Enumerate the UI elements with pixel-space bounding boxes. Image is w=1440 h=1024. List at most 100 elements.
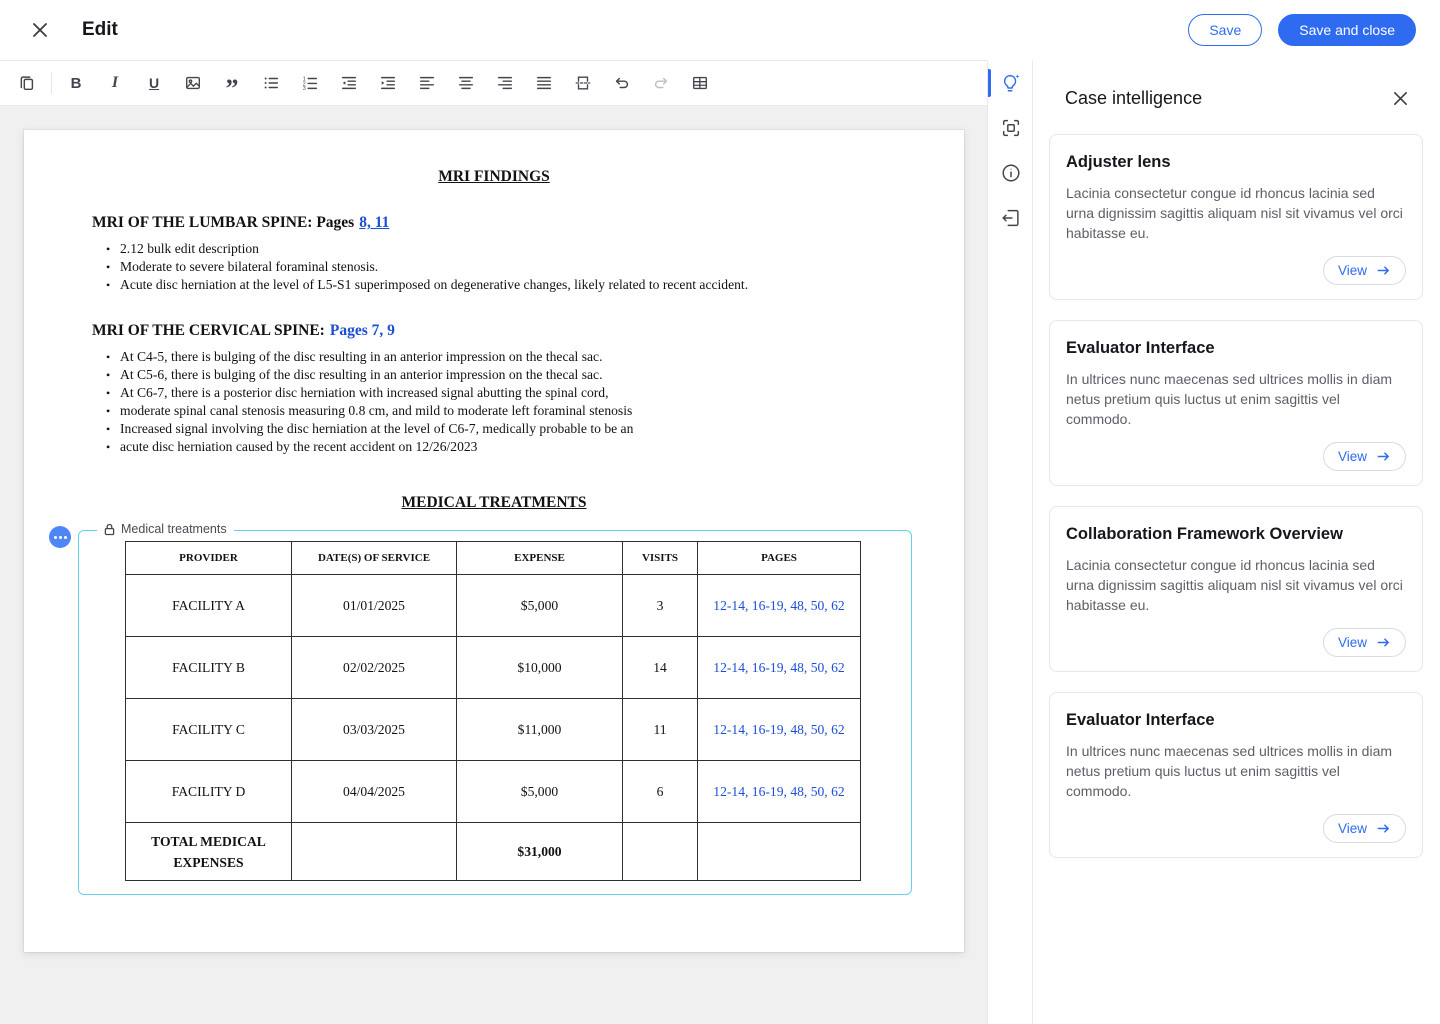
align-right-button[interactable] [490,68,520,98]
align-center-button[interactable] [451,68,481,98]
cell-total-expense: $31,000 [456,822,623,881]
align-left-button[interactable] [412,68,442,98]
intelligence-card: Evaluator Interface In ultrices nunc mae… [1049,320,1423,486]
cell-empty [291,822,457,881]
cell-pages-link[interactable]: 12-14, 16-19, 48, 50, 62 [697,574,861,637]
table-row: FACILITY B 02/02/2025 $10,000 14 12-14, … [125,636,861,699]
table-total-row: TOTAL MEDICAL EXPENSES $31,000 [125,822,861,881]
close-button[interactable] [24,14,56,46]
bold-button[interactable]: B [61,68,91,98]
document-canvas: MRI FINDINGS MRI OF THE LUMBAR SPINE: Pa… [0,106,987,1024]
list-item: Acute disc herniation at the level of L5… [106,276,896,294]
cell-expense: $10,000 [456,636,623,699]
view-button[interactable]: View [1322,442,1406,471]
arrow-right-icon [1377,824,1389,833]
card-title: Collaboration Framework Overview [1066,525,1343,543]
cell-pages-link[interactable]: 12-14, 16-19, 48, 50, 62 [697,636,861,699]
cell-date: 04/04/2025 [291,760,457,823]
export-document-tab[interactable] [988,203,1033,233]
doc-heading-cervical: MRI OF THE CERVICAL SPINE: Pages 7, 9 [92,322,896,340]
card-title: Evaluator Interface [1066,711,1215,729]
table-row: FACILITY A 01/01/2025 $5,000 3 12-14, 16… [125,574,861,637]
redo-button[interactable] [646,68,676,98]
intelligence-card: Adjuster lens Lacinia consectetur congue… [1049,134,1423,300]
align-justify-button[interactable] [529,68,559,98]
table-row: FACILITY C 03/03/2025 $11,000 11 12-14, … [125,698,861,761]
case-intelligence-panel: Case intelligence Adjuster lens Lacinia … [1032,60,1440,1024]
info-tab[interactable] [988,158,1033,188]
list-item: Moderate to severe bilateral foraminal s… [106,258,896,276]
copy-button[interactable] [12,68,42,98]
underline-button[interactable]: U [139,68,169,98]
cervical-pages-link[interactable]: Pages 7, 9 [330,322,395,339]
numbered-list-button[interactable]: 123 [295,68,325,98]
cell-provider: FACILITY D [125,760,292,823]
cell-provider: FACILITY B [125,636,292,699]
document-page[interactable]: MRI FINDINGS MRI OF THE LUMBAR SPINE: Pa… [24,130,964,952]
underline-icon: U [148,75,160,91]
align-center-icon [458,76,474,90]
view-button[interactable]: View [1322,256,1406,285]
insert-table-button[interactable] [685,68,715,98]
case-intelligence-tab[interactable] [988,68,1033,98]
active-tool-indicator [988,69,991,97]
svg-text:3: 3 [303,86,306,92]
block-drag-handle[interactable] [49,526,71,548]
panel-close-button[interactable] [1384,82,1416,114]
header: Edit Save Save and close [0,0,1440,60]
view-button[interactable]: View [1322,628,1406,657]
card-body: In ultrices nunc maecenas sed ultrices m… [1066,743,1393,799]
card-title: Evaluator Interface [1066,339,1215,357]
quote-icon: ” [225,74,239,103]
cell-visits: 6 [622,760,698,823]
side-tool-rail [987,60,1032,1024]
cell-pages-link[interactable]: 12-14, 16-19, 48, 50, 62 [697,760,861,823]
lumbar-heading-text: MRI OF THE LUMBAR SPINE: Pages [92,214,355,231]
italic-icon: I [111,74,119,91]
undo-icon [615,77,629,89]
image-icon [186,76,200,90]
cell-expense: $5,000 [456,760,623,823]
info-icon [1001,164,1020,182]
increase-indent-button[interactable] [373,68,403,98]
list-item: At C5-6, there is bulging of the disc re… [106,366,896,384]
intelligence-card: Collaboration Framework Overview Lacinia… [1049,506,1423,672]
cell-pages-link[interactable]: 12-14, 16-19, 48, 50, 62 [697,698,861,761]
insert-image-button[interactable] [178,68,208,98]
panel-title: Case intelligence [1065,87,1203,108]
cell-date: 01/01/2025 [291,574,457,637]
undo-button[interactable] [607,68,637,98]
arrow-right-icon [1377,452,1389,461]
extract-region-tab[interactable] [988,113,1033,143]
decrease-indent-icon [341,76,357,90]
cell-visits: 14 [622,636,698,699]
lock-icon [104,523,115,535]
lumbar-bullet-list: 2.12 bulk edit description Moderate to s… [106,240,896,294]
blockquote-button[interactable]: ” [217,68,247,103]
numbered-list-icon: 123 [303,76,318,92]
copy-icon [20,76,34,91]
italic-button[interactable]: I [100,68,130,98]
cell-empty [622,822,698,881]
lumbar-pages-link[interactable]: 8, 11 [359,214,389,231]
cell-visits: 3 [622,574,698,637]
save-and-close-button[interactable]: Save and close [1278,14,1416,46]
save-button[interactable]: Save [1188,14,1263,46]
decrease-indent-button[interactable] [334,68,364,98]
medical-treatments-block[interactable]: Medical treatments PROVIDER DATE(S) OF S… [49,522,912,895]
medical-treatments-table[interactable]: PROVIDER DATE(S) OF SERVICE EXPENSE VISI… [125,541,861,881]
close-icon [33,23,47,37]
view-button[interactable]: View [1322,814,1406,843]
bulleted-list-button[interactable] [256,68,286,98]
page-break-button[interactable] [568,68,598,98]
cell-provider: FACILITY A [125,574,292,637]
view-button-label: View [1337,635,1367,650]
list-item: 2.12 bulk edit description [106,240,896,258]
list-item: acute disc herniation caused by the rece… [106,438,896,456]
doc-heading-lumbar: MRI OF THE LUMBAR SPINE: Pages 8, 11 [92,214,896,232]
bold-icon: B [70,74,82,92]
export-document-icon [1001,209,1019,227]
cervical-heading-text: MRI OF THE CERVICAL SPINE: [92,322,325,339]
col-header-visits: VISITS [622,541,698,575]
cell-provider: FACILITY C [125,698,292,761]
